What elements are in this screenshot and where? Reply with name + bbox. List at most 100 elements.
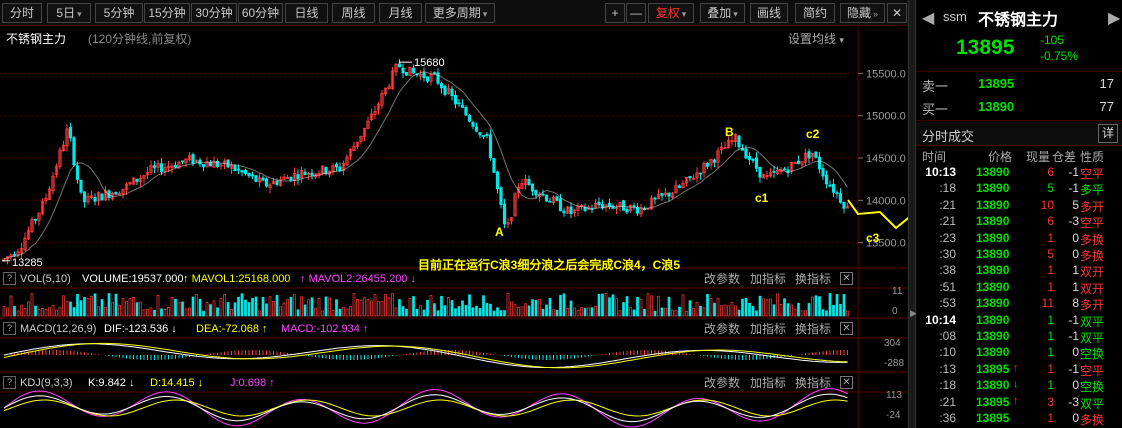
candle-body <box>817 156 822 170</box>
period-button-fenshi[interactable]: 分时 <box>2 3 42 23</box>
chevron-down-icon: ▾ <box>681 9 687 19</box>
period-button-day[interactable]: 日线 <box>285 3 328 23</box>
candle-body <box>807 151 811 159</box>
switch-indicator-button[interactable]: 换指标 <box>795 374 831 392</box>
panel-splitter[interactable]: ▶ <box>908 0 917 428</box>
volume-bar <box>716 297 720 317</box>
volume-bar <box>244 299 247 317</box>
volume-bar <box>797 302 800 317</box>
close-panel-icon[interactable]: ✕ <box>840 376 853 389</box>
candle-body <box>747 156 752 160</box>
hide-button[interactable]: 隐藏» <box>840 3 885 23</box>
vol-value: VOLUME:19537.000 <box>82 273 184 285</box>
volume-bar <box>800 310 804 317</box>
simple-mode-button[interactable]: 简约 <box>795 3 835 23</box>
volume-bar <box>790 304 793 317</box>
prev-contract-icon[interactable]: ◀ <box>922 8 934 28</box>
tick-row: :21 13890 10 5 多开 <box>916 198 1122 214</box>
tick-price: 13895 <box>976 361 1010 376</box>
period-button-5min[interactable]: 5分钟 <box>95 3 143 23</box>
volume-bar <box>156 294 160 317</box>
volume-bar <box>359 299 363 317</box>
vol-ma1-value: MAVOL1:25168.000 <box>191 273 291 285</box>
close-panel-icon[interactable]: ✕ <box>840 272 853 285</box>
volume-bar <box>783 298 786 317</box>
help-icon[interactable]: ? <box>3 322 16 335</box>
tick-oi-change: -1 <box>1068 361 1079 376</box>
switch-indicator-button[interactable]: 换指标 <box>795 270 831 288</box>
tick-nature: 双平 <box>1080 331 1105 345</box>
tick-nature: 双开 <box>1080 281 1105 296</box>
close-button[interactable]: ✕ <box>887 3 907 23</box>
volume-bar <box>657 295 660 317</box>
period-button-30min[interactable]: 30分钟 <box>191 3 237 23</box>
period-button-60min[interactable]: 60分钟 <box>238 3 283 23</box>
zoom-in-button[interactable]: + <box>605 3 625 23</box>
period-button-15min[interactable]: 15分钟 <box>144 3 190 23</box>
help-icon[interactable]: ? <box>3 272 16 285</box>
volume-bar <box>520 306 524 317</box>
edit-params-button[interactable]: 改参数 <box>704 374 740 392</box>
add-indicator-button[interactable]: 加指标 <box>750 374 786 392</box>
price-change: -105 <box>1040 33 1065 47</box>
zoom-out-button[interactable]: — <box>626 3 646 23</box>
candle-body <box>744 148 748 159</box>
kdj-d-line <box>3 399 848 417</box>
volume-bar <box>562 293 566 317</box>
volume-bar <box>737 309 741 317</box>
volume-bar <box>146 308 149 317</box>
candle-body <box>502 203 507 225</box>
more-periods-dropdown[interactable]: 更多周期 ▾ <box>425 3 495 23</box>
next-contract-icon[interactable]: ▶ <box>1108 8 1120 28</box>
period-button-month[interactable]: 月线 <box>379 3 422 23</box>
volume-bar <box>16 310 20 317</box>
candle-body <box>79 179 83 193</box>
candle-body <box>114 191 118 195</box>
period-button-week[interactable]: 周线 <box>332 3 375 23</box>
candle-body <box>835 192 839 195</box>
tick-oi-change: 1 <box>1072 279 1079 294</box>
switch-indicator-button[interactable]: 换指标 <box>795 320 831 338</box>
help-icon[interactable]: ? <box>3 376 16 389</box>
volume-bar <box>566 308 569 317</box>
tick-price: 13890 <box>976 345 1010 360</box>
tick-time: 10:14 <box>925 312 956 327</box>
volume-bar <box>608 297 611 317</box>
volume-bar <box>342 306 345 317</box>
button-label: 复权 <box>655 6 680 20</box>
volume-bar <box>811 296 814 317</box>
tick-volume: 1 <box>1047 345 1054 360</box>
col-nature: 性质 <box>1080 150 1105 164</box>
edit-params-button[interactable]: 改参数 <box>704 270 740 288</box>
ask-price: 13895 <box>978 76 1015 91</box>
detail-button[interactable]: 详 <box>1098 124 1118 143</box>
volume-bar <box>352 293 356 317</box>
kdj-j-value: J:0.698 <box>230 377 267 389</box>
draw-line-button[interactable]: 画线 <box>750 3 788 23</box>
tick-nature: 空换 <box>1080 347 1105 362</box>
volume-bar <box>370 300 373 317</box>
set-ma-label: 设置均线 <box>788 32 837 46</box>
ticks-title: 分时成交 <box>922 129 975 144</box>
add-indicator-button[interactable]: 加指标 <box>750 270 786 288</box>
candle-body <box>758 166 762 178</box>
volume-bar <box>688 300 692 317</box>
edit-params-button[interactable]: 改参数 <box>704 320 740 338</box>
set-ma-dropdown[interactable]: 设置均线 ▾ <box>788 30 844 47</box>
period-button-5day[interactable]: 5日 ▾ <box>47 3 91 23</box>
volume-bar <box>678 306 681 317</box>
volume-bar <box>580 307 583 317</box>
overlay-dropdown[interactable]: 叠加 ▾ <box>700 3 745 23</box>
add-indicator-button[interactable]: 加指标 <box>750 320 786 338</box>
volume-bar <box>671 309 674 317</box>
volume-bar <box>748 302 751 317</box>
macd-dif: DIF:-123.536 ↓ <box>104 323 177 335</box>
volume-bar <box>286 299 289 317</box>
volume-bar <box>667 296 671 317</box>
candle-body <box>236 168 241 171</box>
candle-body <box>72 137 76 166</box>
volume-bar <box>6 307 9 317</box>
volume-bar <box>436 310 440 317</box>
close-panel-icon[interactable]: ✕ <box>840 322 853 335</box>
fq-dropdown[interactable]: 复权 ▾ <box>648 3 694 23</box>
